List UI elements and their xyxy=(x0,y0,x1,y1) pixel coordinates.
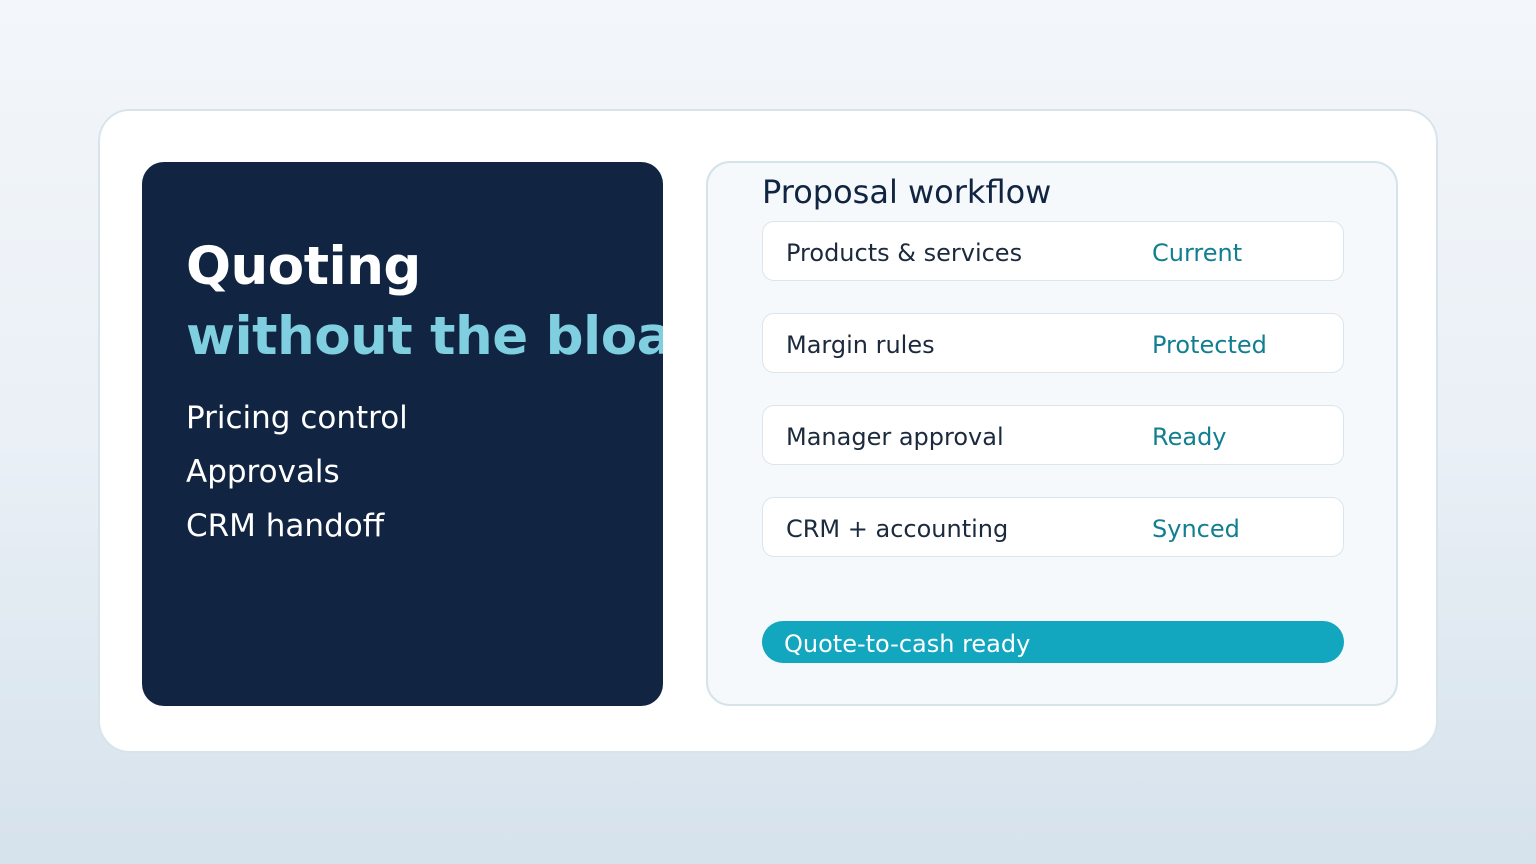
workflow-steps: Products & services Current Margin rules… xyxy=(762,221,1344,589)
workflow-title: Proposal workflow xyxy=(762,173,1052,211)
hero-panel: Quoting without the bloat Pricing contro… xyxy=(142,162,663,706)
step-status: Synced xyxy=(1152,515,1240,543)
step-label: Manager approval xyxy=(786,423,1004,451)
feature-item: Approvals xyxy=(186,454,340,490)
step-status: Ready xyxy=(1152,423,1227,451)
hero-title: Quoting without the bloat xyxy=(186,232,663,372)
feature-list: Pricing control Approvals CRM handoff xyxy=(186,391,408,553)
main-card: Quoting without the bloat Pricing contro… xyxy=(98,109,1438,753)
step-label: CRM + accounting xyxy=(786,515,1009,543)
workflow-step-products: Products & services Current xyxy=(762,221,1344,281)
workflow-step-approval: Manager approval Ready xyxy=(762,405,1344,465)
step-status: Protected xyxy=(1152,331,1267,359)
workflow-step-margin: Margin rules Protected xyxy=(762,313,1344,373)
workflow-step-crm: CRM + accounting Synced xyxy=(762,497,1344,557)
feature-item: Pricing control xyxy=(186,400,408,436)
hero-title-line2: without the bloat xyxy=(186,306,663,367)
quote-to-cash-status-bar: Quote-to-cash ready xyxy=(762,621,1344,663)
step-status: Current xyxy=(1152,239,1243,267)
step-label: Margin rules xyxy=(786,331,935,359)
hero-title-line1: Quoting xyxy=(186,236,421,297)
feature-item: CRM handoff xyxy=(186,508,385,544)
status-bar-label: Quote-to-cash ready xyxy=(784,630,1031,658)
workflow-panel: Proposal workflow Products & services Cu… xyxy=(706,161,1398,706)
step-label: Products & services xyxy=(786,239,1023,267)
